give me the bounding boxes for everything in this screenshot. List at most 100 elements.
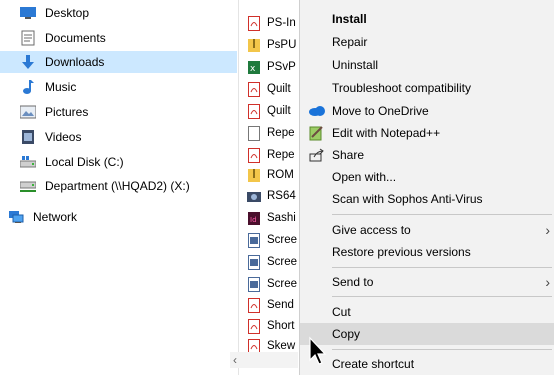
pdf-file-icon [247, 15, 261, 31]
sidebar-item-label: Desktop [45, 6, 90, 20]
sidebar-item-department-drive[interactable]: Department (\\HQAD2) (X:) [0, 175, 190, 197]
sidebar-item-network[interactable]: Network [0, 206, 77, 228]
onedrive-cloud-icon [308, 102, 326, 120]
file-row[interactable]: Quilt [247, 101, 291, 121]
menu-separator [332, 296, 552, 297]
pdf-file-icon [247, 318, 261, 334]
zip-folder-icon [247, 37, 261, 53]
svg-text:x: x [250, 64, 256, 74]
videos-icon [20, 129, 36, 145]
menu-item-troubleshoot[interactable]: Troubleshoot compatibility [300, 77, 554, 99]
excel-file-icon: x [247, 59, 261, 75]
horizontal-scrollbar[interactable]: ‹ [230, 352, 298, 368]
chevron-right-icon: › [545, 274, 550, 290]
file-name: Sashi [267, 212, 296, 224]
file-explorer-window: Desktop Documents Downloads Music Pictur… [0, 0, 554, 375]
sidebar-item-music[interactable]: Music [0, 76, 76, 98]
drive-icon [20, 154, 36, 170]
menu-item-send-to[interactable]: Send to › [300, 271, 554, 293]
file-name: Send [267, 299, 294, 311]
menu-separator [332, 349, 552, 350]
file-row[interactable]: Scree [247, 252, 297, 272]
file-row[interactable]: PsPU [247, 35, 296, 55]
file-name: PsPU [267, 39, 297, 51]
indesign-file-icon: Id [247, 210, 261, 226]
sidebar-item-label: Local Disk (C:) [45, 155, 124, 169]
sidebar-item-label: Documents [45, 31, 106, 45]
menu-item-repair[interactable]: Repair [300, 31, 554, 53]
navigation-pane: Desktop Documents Downloads Music Pictur… [0, 0, 238, 375]
file-row[interactable]: RS64 [247, 186, 296, 206]
context-menu: Install Repair Uninstall Troubleshoot co… [299, 0, 554, 375]
menu-item-cut[interactable]: Cut [300, 301, 554, 323]
zip-folder-icon [247, 167, 261, 183]
scroll-left-arrow-icon[interactable]: ‹ [233, 352, 237, 368]
installer-icon [247, 188, 261, 204]
network-icon [8, 209, 24, 225]
pdf-file-icon [247, 297, 261, 313]
menu-item-install[interactable]: Install [300, 8, 554, 30]
sidebar-item-videos[interactable]: Videos [0, 126, 81, 148]
menu-item-uninstall[interactable]: Uninstall [300, 54, 554, 76]
file-name: Scree [267, 278, 298, 290]
sidebar-item-downloads[interactable]: Downloads [0, 51, 237, 73]
sidebar-item-pictures[interactable]: Pictures [0, 101, 88, 123]
file-row[interactable]: Short [247, 316, 295, 336]
svg-text:Id: Id [250, 216, 257, 224]
file-name: Repe [267, 127, 295, 139]
file-row[interactable]: Repe [247, 145, 295, 165]
file-row[interactable]: Repe [247, 123, 295, 143]
image-file-icon [247, 254, 261, 270]
network-drive-icon [20, 178, 36, 194]
file-row[interactable]: PS-In [247, 13, 296, 33]
file-row[interactable]: Id Sashi [247, 208, 296, 228]
file-name: Quilt [267, 83, 291, 95]
sidebar-item-label: Network [33, 210, 78, 224]
menu-separator [332, 214, 552, 215]
menu-item-edit-notepad[interactable]: Edit with Notepad++ [300, 122, 554, 144]
image-file-icon [247, 232, 261, 248]
downloads-icon [20, 54, 36, 70]
image-file-icon [247, 276, 261, 292]
sidebar-item-label: Videos [45, 130, 82, 144]
file-row[interactable]: x PSvP [247, 57, 296, 77]
menu-item-share[interactable]: Share [300, 144, 554, 166]
desktop-icon [20, 5, 36, 21]
music-icon [20, 79, 36, 95]
sidebar-item-label: Music [45, 80, 77, 94]
menu-separator [332, 267, 552, 268]
menu-item-copy[interactable]: Copy [300, 323, 554, 345]
menu-item-restore-previous[interactable]: Restore previous versions [300, 241, 554, 263]
file-row[interactable]: Send [247, 295, 294, 315]
file-name: Quilt [267, 105, 291, 117]
file-row[interactable]: Scree [247, 274, 297, 294]
file-name: Skew [267, 340, 296, 352]
file-row[interactable]: ROM [247, 165, 294, 185]
share-icon [308, 146, 326, 164]
file-name: RS64 [267, 190, 296, 202]
sidebar-item-label: Pictures [45, 105, 89, 119]
sidebar-item-desktop[interactable]: Desktop [0, 2, 89, 24]
documents-icon [20, 30, 36, 46]
sidebar-item-local-disk[interactable]: Local Disk (C:) [0, 151, 124, 173]
notepad-plus-plus-icon [308, 124, 326, 142]
file-name: Repe [267, 149, 295, 161]
file-row[interactable]: Scree [247, 230, 297, 250]
file-name: Short [267, 320, 295, 332]
menu-item-create-shortcut[interactable]: Create shortcut [300, 353, 554, 375]
menu-item-move-onedrive[interactable]: Move to OneDrive [300, 100, 554, 122]
pdf-file-icon [247, 81, 261, 97]
mouse-pointer-icon [309, 336, 327, 365]
file-name: PSvP [267, 61, 296, 73]
pdf-file-icon [247, 147, 261, 163]
file-name: Scree [267, 234, 298, 246]
sidebar-item-documents[interactable]: Documents [0, 27, 106, 49]
menu-item-give-access[interactable]: Give access to › [300, 219, 554, 241]
file-list: PS-In PsPU x PSvP Quilt Quilt Repe Repe [239, 0, 299, 375]
menu-item-open-with[interactable]: Open with... [300, 166, 554, 188]
file-name: ROM [267, 169, 294, 181]
menu-item-scan-sophos[interactable]: Scan with Sophos Anti-Virus [300, 188, 554, 210]
text-file-icon [247, 125, 261, 141]
file-row[interactable]: Quilt [247, 79, 291, 99]
file-name: Scree [267, 256, 298, 268]
